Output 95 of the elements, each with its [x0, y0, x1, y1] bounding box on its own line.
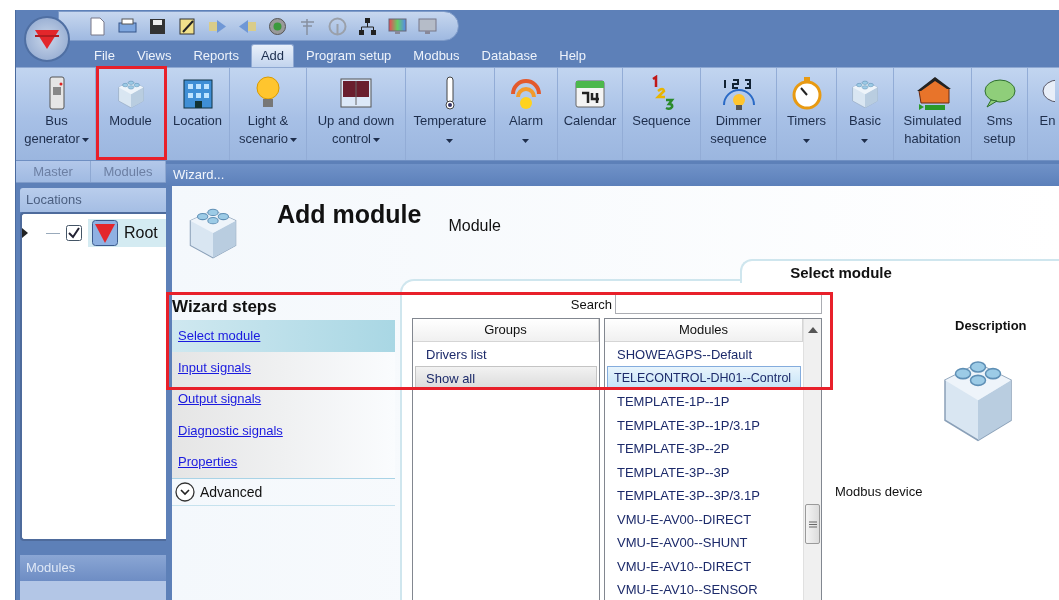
building-icon	[180, 76, 215, 110]
ribbon-button-label: Temperature	[413, 112, 487, 130]
ribbon-button-label: Bus	[45, 112, 68, 130]
edit-document-icon[interactable]	[177, 15, 198, 37]
ribbon-button[interactable]: Simulated habitation	[894, 68, 972, 160]
monitor-icon[interactable]	[417, 15, 438, 37]
ribbon-button[interactable]: Sequence	[623, 68, 701, 160]
color-monitor-icon[interactable]	[387, 15, 408, 37]
ribbon-button-label: habitation	[904, 130, 961, 148]
column-header[interactable]: Groups	[413, 319, 599, 342]
list-item[interactable]: TEMPLATE-3P--3P	[607, 459, 801, 483]
menu-tab[interactable]: Help	[549, 44, 596, 67]
ribbon-button-label: Timers	[786, 112, 827, 130]
ribbon-button[interactable]: Timers	[777, 68, 837, 160]
step-link[interactable]: Properties	[178, 454, 238, 469]
ribbon-button-label: Sms	[986, 112, 1013, 130]
list-item[interactable]: Show all	[415, 365, 597, 389]
panel-title: Locations	[20, 188, 166, 212]
panel-title: Wizard...	[166, 164, 1059, 186]
list-item[interactable]: VMU-E-AV10--DIRECT	[607, 553, 801, 577]
wizard-subheading: Module	[448, 217, 501, 236]
ribbon-button-label: En	[1039, 112, 1056, 130]
ribbon-button-label: generator	[24, 131, 80, 146]
ribbon-button[interactable]: Bus generator	[18, 68, 96, 160]
ribbon-button[interactable]: Location	[166, 68, 230, 160]
window-blind-icon	[339, 77, 373, 109]
list-item[interactable]: VMU-E-AV00--SHUNT	[607, 530, 801, 554]
list-item[interactable]: SHOWEAGPS--Default	[607, 342, 801, 366]
ribbon-button[interactable]: Module	[96, 68, 166, 160]
list-item[interactable]: TEMPLATE-1P--1P	[607, 389, 801, 413]
steps-title: Wizard steps	[172, 297, 278, 317]
advanced-expander[interactable]: Advanced	[200, 483, 263, 500]
description-title: Description	[955, 318, 1028, 333]
ribbon-button-label: sequence	[710, 130, 767, 148]
list-item[interactable]: Drivers list	[415, 342, 597, 366]
scroll-up-icon	[807, 326, 818, 334]
app-logo-icon[interactable]	[24, 16, 70, 62]
ribbon-button[interactable]: Light & scenario	[230, 68, 307, 160]
menu-tab[interactable]: Reports	[183, 44, 249, 67]
grip-icon	[808, 520, 817, 528]
bus-generator-icon	[46, 75, 67, 111]
calendar-icon	[574, 77, 606, 109]
step-link[interactable]: Select module	[178, 328, 261, 343]
menu-tab[interactable]: Views	[126, 44, 182, 67]
step-link[interactable]: Output signals	[178, 391, 262, 406]
ribbon-button-label: Up and down	[317, 112, 395, 130]
ribbon-button-label: setup	[983, 130, 1016, 148]
ribbon-group-label: Master	[16, 161, 91, 182]
list-item[interactable]: TEMPLATE-3P--3P/3.1P	[607, 483, 801, 507]
network-icon[interactable]	[357, 15, 378, 37]
ribbon-button-label: Basic	[849, 112, 881, 130]
alarm-signal-icon	[509, 76, 543, 110]
ribbon-button[interactable]: Temperature	[406, 68, 495, 160]
ribbon-button-label: Sequence	[632, 112, 691, 130]
triangle-logo-icon	[92, 220, 118, 246]
ribbon-button[interactable]: Basic	[837, 68, 894, 160]
ribbon-button[interactable]: Up and down control	[307, 68, 406, 160]
step-link[interactable]: Input signals	[178, 359, 251, 375]
checkbox[interactable]	[66, 225, 82, 241]
ribbon-button-label: scenario	[238, 131, 289, 146]
list-item[interactable]: TELECONTROL-DH01--Control	[607, 365, 801, 389]
document-icon[interactable]	[87, 15, 108, 37]
column-header[interactable]: Modules	[605, 319, 803, 342]
expander-icon[interactable]	[22, 228, 28, 238]
ribbon-button-label: control	[332, 131, 371, 146]
ribbon-button-label: Dimmer	[715, 112, 762, 130]
ribbon-button-label: Simulated	[903, 112, 962, 130]
search-field[interactable]	[615, 294, 822, 314]
menu-tab[interactable]: Add	[250, 44, 295, 67]
ribbon-button-label: Calendar	[563, 112, 617, 130]
wizard-heading: Add module	[277, 200, 422, 230]
menu-tab[interactable]: Program setup	[296, 44, 402, 67]
menu-tab[interactable]: Database	[471, 44, 548, 67]
thermometer-icon	[443, 75, 457, 111]
list-item[interactable]: TEMPLATE-3P--2P	[607, 436, 801, 460]
list-item[interactable]: TEMPLATE-3P--1P/3.1P	[607, 412, 801, 436]
search-label: Search	[570, 296, 612, 312]
description-text: Modbus device	[835, 484, 924, 499]
ribbon-button-label: Light &	[247, 112, 289, 130]
ribbon-button[interactable]: Alarm	[495, 68, 558, 160]
page-title: Select module	[740, 259, 1059, 283]
ribbon-button-label: Location	[172, 112, 223, 130]
menu-tab[interactable]: Modbus	[403, 44, 470, 67]
list-item[interactable]: VMU-E-AV00--DIRECT	[607, 506, 801, 530]
scrollbar[interactable]	[803, 319, 821, 600]
menu-tab[interactable]: File	[84, 44, 125, 67]
ribbon-button[interactable]: Calendar	[558, 68, 623, 160]
step-link[interactable]: Diagnostic signals	[178, 422, 283, 438]
ribbon-button[interactable]: Dimmer sequence	[701, 68, 777, 160]
ribbon-button-label: Module	[109, 112, 152, 130]
list-item[interactable]: VMU-E-AV10--SENSOR	[607, 577, 801, 600]
ribbon-button-label: Alarm	[509, 112, 543, 130]
stopwatch-icon	[790, 76, 823, 110]
ribbon-button[interactable]: Sms setup	[972, 68, 1028, 160]
ribbon-button[interactable]: En	[1028, 68, 1059, 160]
